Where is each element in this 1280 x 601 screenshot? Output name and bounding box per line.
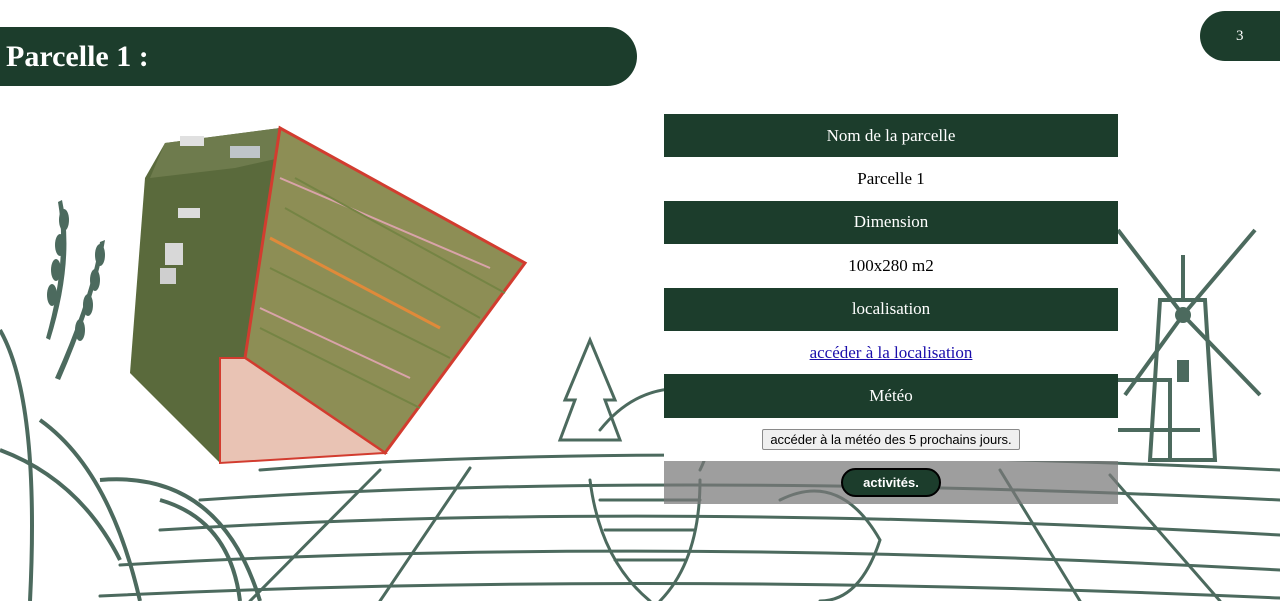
parcel-info-table: Nom de la parcelle Parcelle 1 Dimension … xyxy=(664,114,1118,505)
name-header: Nom de la parcelle xyxy=(664,114,1118,158)
aerial-parcel-photo xyxy=(130,125,528,465)
activities-row: activités. xyxy=(664,461,1118,505)
page-title: Parcelle 1 : xyxy=(6,39,149,73)
weather-cell: accéder à la météo des 5 prochains jours… xyxy=(664,417,1118,462)
dimension-header: Dimension xyxy=(664,200,1118,245)
page-number: 3 xyxy=(1236,27,1244,44)
weather-forecast-button[interactable]: accéder à la météo des 5 prochains jours… xyxy=(762,428,1020,450)
page-number-badge: 3 xyxy=(1200,11,1280,61)
name-value: Parcelle 1 xyxy=(664,157,1118,201)
location-link[interactable]: accéder à la localisation xyxy=(810,343,973,363)
location-cell: accéder à la localisation xyxy=(664,330,1118,375)
location-header: localisation xyxy=(664,287,1118,331)
page-title-bar: Parcelle 1 : xyxy=(0,27,637,86)
activities-button[interactable]: activités. xyxy=(841,468,941,498)
dimension-value: 100x280 m2 xyxy=(664,244,1118,288)
weather-header: Météo xyxy=(664,374,1118,418)
